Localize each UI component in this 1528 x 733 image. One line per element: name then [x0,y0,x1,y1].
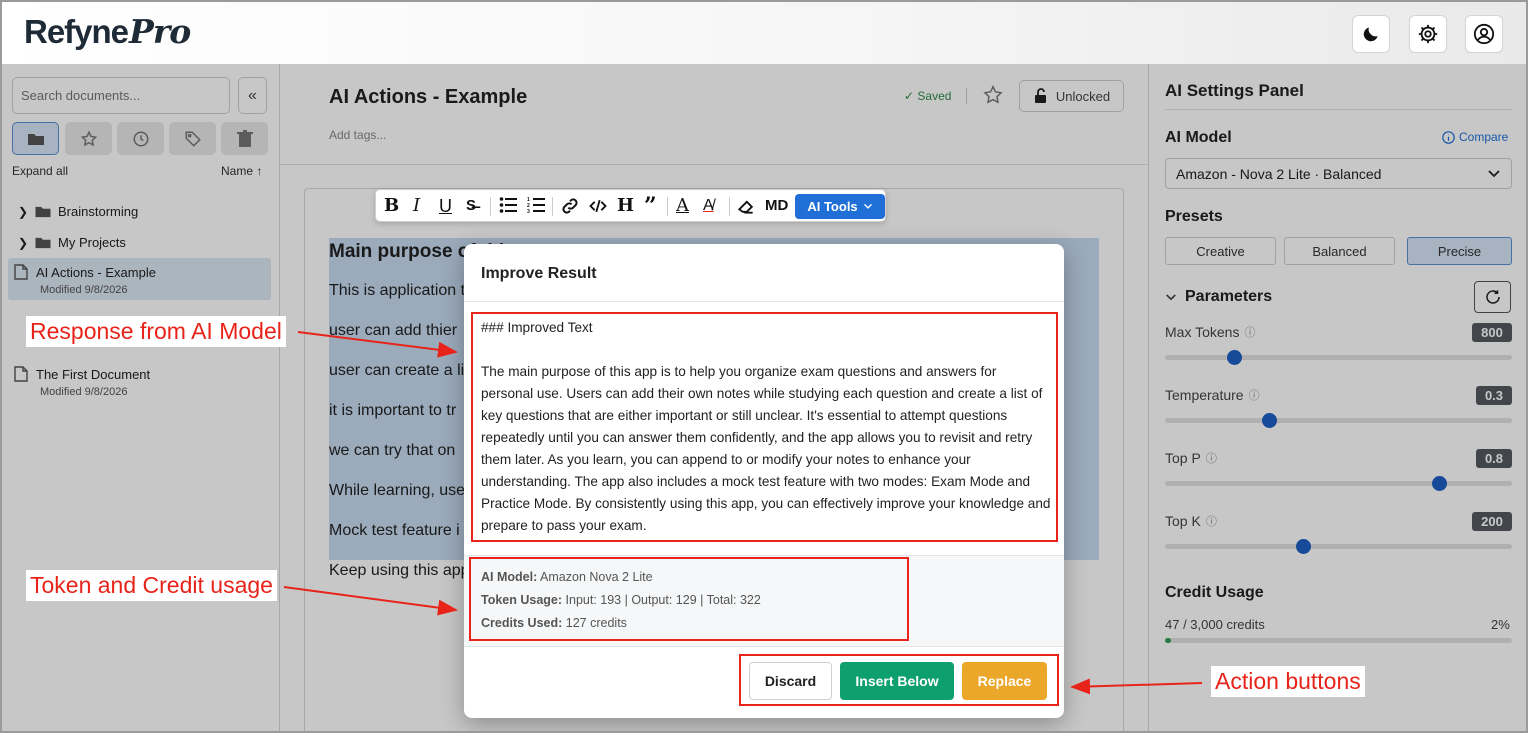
annotation-arrow [1070,678,1203,695]
annotation-arrows [283,331,1203,695]
annotation-arrow [297,331,458,358]
annotation-arrow [283,586,458,616]
